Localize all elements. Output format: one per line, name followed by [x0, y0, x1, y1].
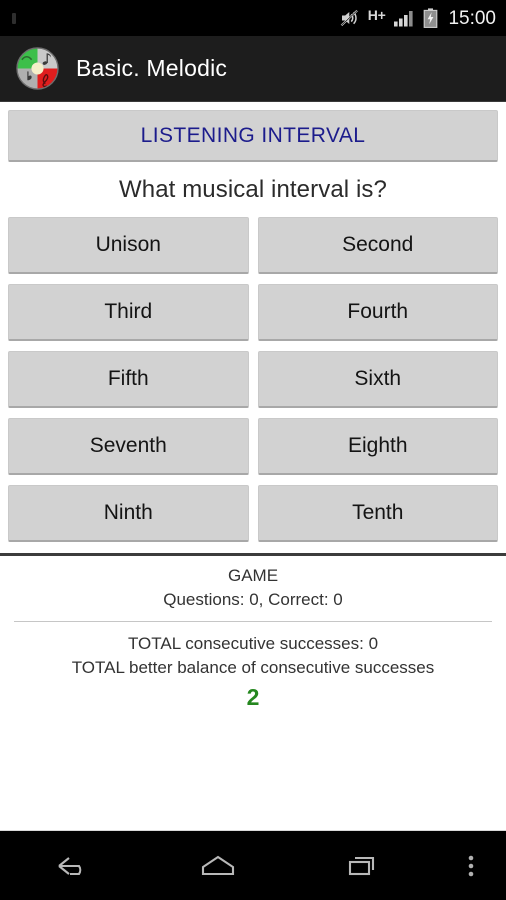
total-consecutive-successes: TOTAL consecutive successes: 0	[127, 634, 379, 653]
recent-apps-icon	[349, 856, 375, 875]
android-navigation-bar	[0, 830, 506, 900]
option-button-seventh[interactable]: Seventh	[8, 418, 249, 475]
signal-bars-icon	[394, 11, 414, 27]
battery-charging-icon	[424, 8, 438, 28]
option-button-third[interactable]: Third	[8, 284, 249, 341]
total-best-balance-value: 2	[246, 684, 260, 710]
option-button-fourth[interactable]: Fourth	[257, 284, 498, 341]
nav-back-button[interactable]	[0, 831, 145, 900]
listening-interval-button[interactable]: LISTENING INTERVAL	[8, 110, 498, 162]
status-bar-notifications	[6, 0, 340, 36]
action-bar: Basic. Melodic	[0, 36, 506, 102]
option-button-eighth[interactable]: Eighth	[257, 418, 498, 475]
option-button-fifth[interactable]: Fifth	[8, 351, 249, 408]
notification-stub-icon	[12, 12, 16, 24]
total-best-balance-label: TOTAL better balance of consecutive succ…	[71, 658, 435, 677]
back-arrow-icon	[58, 856, 81, 875]
question-prompt: What musical interval is?	[119, 176, 387, 203]
status-bar: H+ 15:00	[0, 0, 506, 36]
app-title: Basic. Melodic	[76, 55, 228, 81]
network-type-label: H+	[367, 7, 386, 23]
option-button-second[interactable]: Second	[257, 217, 498, 274]
game-counts: Questions: 0, Correct: 0	[163, 590, 343, 609]
game-stats-section: GAME Questions: 0, Correct: 0	[8, 556, 498, 612]
option-button-sixth[interactable]: Sixth	[257, 351, 498, 408]
main-content: LISTENING INTERVAL What musical interval…	[0, 102, 506, 830]
home-icon	[201, 855, 235, 875]
overflow-menu-icon	[468, 855, 474, 876]
total-stats-section: TOTAL consecutive successes: 0 TOTAL bet…	[8, 622, 498, 712]
game-label: GAME	[227, 566, 279, 585]
app-logo-icon	[16, 47, 59, 90]
android-screen: H+ 15:00 Basic. Melodic LISTENING INTERV…	[0, 0, 506, 900]
status-bar-system-icons: H+ 15:00	[340, 0, 496, 36]
nav-overflow-button[interactable]	[436, 831, 506, 900]
status-bar-clock: 15:00	[448, 7, 496, 29]
nav-home-button[interactable]	[145, 831, 290, 900]
interval-options-grid: Unison Second Third Fourth Fifth Sixth S…	[8, 217, 498, 542]
option-button-tenth[interactable]: Tenth	[257, 485, 498, 542]
option-button-ninth[interactable]: Ninth	[8, 485, 249, 542]
mute-speaker-icon	[340, 9, 358, 27]
nav-recents-button[interactable]	[291, 831, 436, 900]
option-button-unison[interactable]: Unison	[8, 217, 249, 274]
